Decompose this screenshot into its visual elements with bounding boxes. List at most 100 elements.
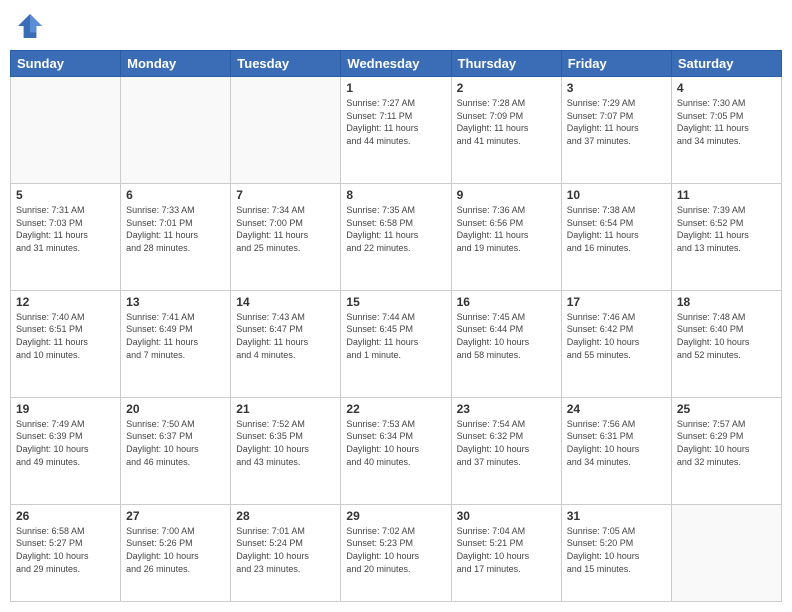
calendar-day-cell: 29 Sunrise: 7:02 AM Sunset: 5:23 PM Dayli… xyxy=(341,504,451,601)
day-number: 8 xyxy=(346,188,445,202)
calendar-day-cell: 26 Sunrise: 6:58 AM Sunset: 5:27 PM Dayli… xyxy=(11,504,121,601)
calendar-day-cell: 23Sunrise: 7:54 AM Sunset: 6:32 PM Dayli… xyxy=(451,397,561,504)
calendar-day-cell: 7 Sunrise: 7:34 AM Sunset: 7:00 PM Daylig… xyxy=(231,183,341,290)
day-info: Sunrise: 7:41 AM Sunset: 6:49 PM Dayligh… xyxy=(126,311,225,361)
day-number: 17 xyxy=(567,295,666,309)
logo-icon xyxy=(14,10,46,42)
day-info: Sunrise: 7:01 AM Sunset: 5:24 PM Dayligh… xyxy=(236,525,335,575)
calendar-day-cell: 18 Sunrise: 7:48 AM Sunset: 6:40 PM Dayli… xyxy=(671,290,781,397)
day-info: Sunrise: 7:35 AM Sunset: 6:58 PM Dayligh… xyxy=(346,204,445,254)
day-info: Sunrise: 7:52 AM Sunset: 6:35 PM Dayligh… xyxy=(236,418,335,468)
calendar-day-cell: 10 Sunrise: 7:38 AM Sunset: 6:54 PM Dayli… xyxy=(561,183,671,290)
calendar-day-cell: 17 Sunrise: 7:46 AM Sunset: 6:42 PM Dayli… xyxy=(561,290,671,397)
day-info: Sunrise: 7:57 AM Sunset: 6:29 PM Dayligh… xyxy=(677,418,776,468)
day-number: 24 xyxy=(567,402,666,416)
calendar-day-cell: 21 Sunrise: 7:52 AM Sunset: 6:35 PM Dayli… xyxy=(231,397,341,504)
day-number: 14 xyxy=(236,295,335,309)
day-number: 21 xyxy=(236,402,335,416)
calendar-day-cell: 5 Sunrise: 7:31 AM Sunset: 7:03 PM Daylig… xyxy=(11,183,121,290)
day-info: Sunrise: 7:29 AM Sunset: 7:07 PM Dayligh… xyxy=(567,97,666,147)
day-info: Sunrise: 7:38 AM Sunset: 6:54 PM Dayligh… xyxy=(567,204,666,254)
calendar-day-cell: 31 Sunrise: 7:05 AM Sunset: 5:20 PM Dayli… xyxy=(561,504,671,601)
day-info: Sunrise: 7:50 AM Sunset: 6:37 PM Dayligh… xyxy=(126,418,225,468)
day-number: 11 xyxy=(677,188,776,202)
day-number: 30 xyxy=(457,509,556,523)
calendar-week-row: 26 Sunrise: 6:58 AM Sunset: 5:27 PM Dayli… xyxy=(11,504,782,601)
calendar-day-cell: 16 Sunrise: 7:45 AM Sunset: 6:44 PM Dayli… xyxy=(451,290,561,397)
calendar-table: SundayMondayTuesdayWednesdayThursdayFrid… xyxy=(10,50,782,602)
calendar-day-header: Monday xyxy=(121,51,231,77)
day-info: Sunrise: 7:45 AM Sunset: 6:44 PM Dayligh… xyxy=(457,311,556,361)
calendar-day-cell: 4Sunrise: 7:30 AM Sunset: 7:05 PM Daylig… xyxy=(671,77,781,184)
calendar-day-cell xyxy=(11,77,121,184)
day-number: 20 xyxy=(126,402,225,416)
calendar-day-cell: 14 Sunrise: 7:43 AM Sunset: 6:47 PM Dayli… xyxy=(231,290,341,397)
calendar-day-cell: 3Sunrise: 7:29 AM Sunset: 7:07 PM Daylig… xyxy=(561,77,671,184)
day-number: 22 xyxy=(346,402,445,416)
calendar-day-cell: 8 Sunrise: 7:35 AM Sunset: 6:58 PM Daylig… xyxy=(341,183,451,290)
day-info: Sunrise: 7:33 AM Sunset: 7:01 PM Dayligh… xyxy=(126,204,225,254)
calendar-day-cell: 6Sunrise: 7:33 AM Sunset: 7:01 PM Daylig… xyxy=(121,183,231,290)
calendar-day-header: Friday xyxy=(561,51,671,77)
page-container: SundayMondayTuesdayWednesdayThursdayFrid… xyxy=(0,0,792,612)
calendar-day-cell: 2 Sunrise: 7:28 AM Sunset: 7:09 PM Daylig… xyxy=(451,77,561,184)
day-info: Sunrise: 7:04 AM Sunset: 5:21 PM Dayligh… xyxy=(457,525,556,575)
calendar-day-cell: 22 Sunrise: 7:53 AM Sunset: 6:34 PM Dayli… xyxy=(341,397,451,504)
calendar-day-cell: 20 Sunrise: 7:50 AM Sunset: 6:37 PM Dayli… xyxy=(121,397,231,504)
day-number: 31 xyxy=(567,509,666,523)
calendar-day-cell: 9Sunrise: 7:36 AM Sunset: 6:56 PM Daylig… xyxy=(451,183,561,290)
day-number: 16 xyxy=(457,295,556,309)
day-info: Sunrise: 7:43 AM Sunset: 6:47 PM Dayligh… xyxy=(236,311,335,361)
day-info: Sunrise: 7:46 AM Sunset: 6:42 PM Dayligh… xyxy=(567,311,666,361)
day-info: Sunrise: 7:54 AM Sunset: 6:32 PM Dayligh… xyxy=(457,418,556,468)
day-number: 5 xyxy=(16,188,115,202)
day-info: Sunrise: 7:31 AM Sunset: 7:03 PM Dayligh… xyxy=(16,204,115,254)
calendar-day-cell xyxy=(231,77,341,184)
day-info: Sunrise: 7:34 AM Sunset: 7:00 PM Dayligh… xyxy=(236,204,335,254)
calendar-week-row: 12 Sunrise: 7:40 AM Sunset: 6:51 PM Dayli… xyxy=(11,290,782,397)
day-info: Sunrise: 7:28 AM Sunset: 7:09 PM Dayligh… xyxy=(457,97,556,147)
calendar-day-header: Wednesday xyxy=(341,51,451,77)
calendar-day-cell: 12 Sunrise: 7:40 AM Sunset: 6:51 PM Dayli… xyxy=(11,290,121,397)
calendar-day-cell: 11 Sunrise: 7:39 AM Sunset: 6:52 PM Dayli… xyxy=(671,183,781,290)
calendar-day-cell: 24 Sunrise: 7:56 AM Sunset: 6:31 PM Dayli… xyxy=(561,397,671,504)
day-number: 7 xyxy=(236,188,335,202)
calendar-day-cell: 25Sunrise: 7:57 AM Sunset: 6:29 PM Dayli… xyxy=(671,397,781,504)
day-number: 15 xyxy=(346,295,445,309)
day-info: Sunrise: 7:39 AM Sunset: 6:52 PM Dayligh… xyxy=(677,204,776,254)
day-info: Sunrise: 7:40 AM Sunset: 6:51 PM Dayligh… xyxy=(16,311,115,361)
logo xyxy=(14,10,50,42)
day-number: 27 xyxy=(126,509,225,523)
calendar-week-row: 1 Sunrise: 7:27 AM Sunset: 7:11 PM Daylig… xyxy=(11,77,782,184)
calendar-day-cell: 27 Sunrise: 7:00 AM Sunset: 5:26 PM Dayli… xyxy=(121,504,231,601)
calendar-day-header: Tuesday xyxy=(231,51,341,77)
calendar-header-row: SundayMondayTuesdayWednesdayThursdayFrid… xyxy=(11,51,782,77)
day-number: 18 xyxy=(677,295,776,309)
day-info: Sunrise: 7:48 AM Sunset: 6:40 PM Dayligh… xyxy=(677,311,776,361)
header xyxy=(10,10,782,42)
calendar-day-cell: 15Sunrise: 7:44 AM Sunset: 6:45 PM Dayli… xyxy=(341,290,451,397)
day-number: 26 xyxy=(16,509,115,523)
day-info: Sunrise: 6:58 AM Sunset: 5:27 PM Dayligh… xyxy=(16,525,115,575)
day-info: Sunrise: 7:49 AM Sunset: 6:39 PM Dayligh… xyxy=(16,418,115,468)
calendar-day-cell: 13Sunrise: 7:41 AM Sunset: 6:49 PM Dayli… xyxy=(121,290,231,397)
day-number: 12 xyxy=(16,295,115,309)
day-info: Sunrise: 7:27 AM Sunset: 7:11 PM Dayligh… xyxy=(346,97,445,147)
calendar-day-cell xyxy=(671,504,781,601)
day-number: 2 xyxy=(457,81,556,95)
day-number: 19 xyxy=(16,402,115,416)
day-number: 4 xyxy=(677,81,776,95)
day-info: Sunrise: 7:56 AM Sunset: 6:31 PM Dayligh… xyxy=(567,418,666,468)
day-number: 1 xyxy=(346,81,445,95)
day-number: 28 xyxy=(236,509,335,523)
day-number: 29 xyxy=(346,509,445,523)
calendar-week-row: 19 Sunrise: 7:49 AM Sunset: 6:39 PM Dayli… xyxy=(11,397,782,504)
calendar-day-header: Saturday xyxy=(671,51,781,77)
day-info: Sunrise: 7:36 AM Sunset: 6:56 PM Dayligh… xyxy=(457,204,556,254)
day-info: Sunrise: 7:00 AM Sunset: 5:26 PM Dayligh… xyxy=(126,525,225,575)
day-info: Sunrise: 7:05 AM Sunset: 5:20 PM Dayligh… xyxy=(567,525,666,575)
day-info: Sunrise: 7:53 AM Sunset: 6:34 PM Dayligh… xyxy=(346,418,445,468)
calendar-day-cell: 1 Sunrise: 7:27 AM Sunset: 7:11 PM Daylig… xyxy=(341,77,451,184)
day-number: 10 xyxy=(567,188,666,202)
day-info: Sunrise: 7:02 AM Sunset: 5:23 PM Dayligh… xyxy=(346,525,445,575)
